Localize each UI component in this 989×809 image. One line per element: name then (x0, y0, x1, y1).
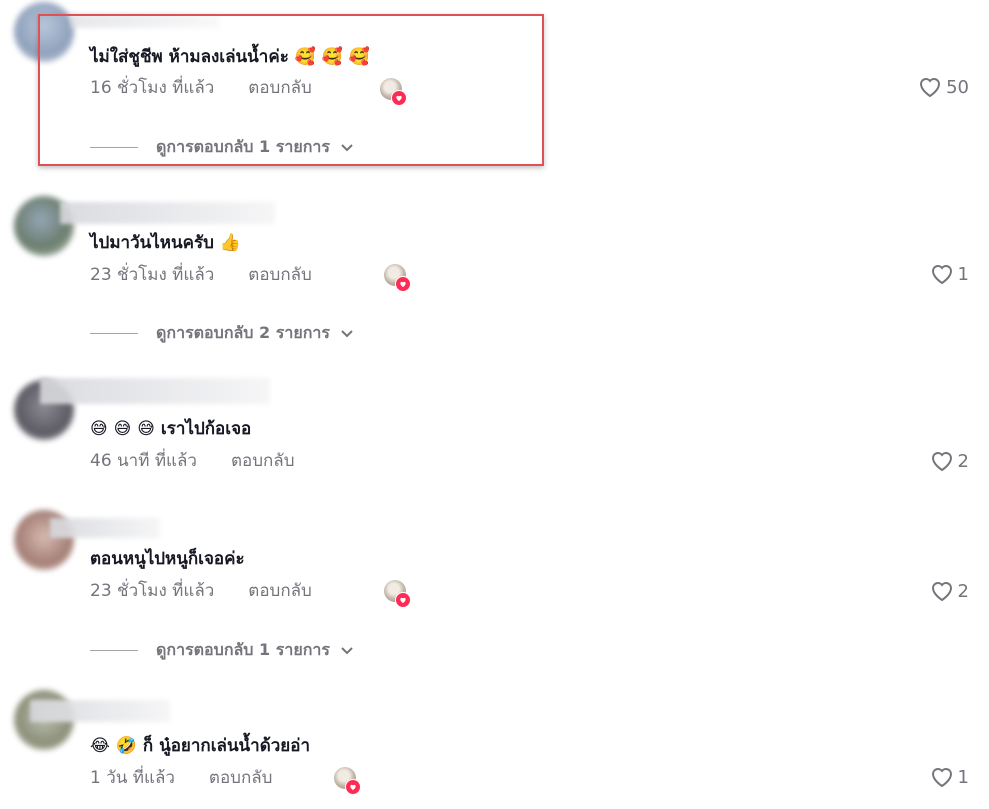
heart-outline-icon (931, 768, 952, 788)
reply-button[interactable]: ตอบกลับ (248, 580, 312, 602)
heart-icon (345, 779, 361, 795)
comment-list: ไม่ใส่ชูชีพ ห้ามลงเล่นน้ำค่ะ 🥰 🥰 🥰 16 ชั… (0, 0, 989, 809)
view-replies-label: ดูการตอบกลับ 2 รายการ (156, 323, 330, 342)
heart-icon (391, 90, 407, 106)
comment-time: 23 ชั่วโมง ที่แล้ว (90, 265, 215, 285)
heart-icon (395, 592, 411, 608)
reply-button[interactable]: ตอบกลับ (248, 77, 312, 99)
comment-meta: 23 ชั่วโมง ที่แล้ว ตอบกลับ (90, 580, 312, 602)
reply-button[interactable]: ตอบกลับ (209, 767, 273, 789)
heart-outline-icon (931, 265, 952, 285)
chevron-down-icon (340, 324, 354, 343)
like-button[interactable]: 1 (930, 766, 969, 788)
view-replies-label: ดูการตอบกลับ 1 รายการ (156, 137, 330, 156)
username-blurred (60, 202, 275, 224)
divider (90, 333, 138, 334)
creator-liked-badge (380, 78, 407, 106)
creator-liked-badge (384, 264, 411, 292)
comment-time: 1 วัน ที่แล้ว (90, 768, 175, 788)
chevron-down-icon (340, 138, 354, 157)
chevron-down-icon (340, 641, 354, 660)
comment-meta: 16 ชั่วโมง ที่แล้ว ตอบกลับ (90, 77, 312, 99)
avatar[interactable] (14, 2, 74, 62)
creator-liked-badge (384, 580, 411, 608)
comment-text: 😂 🤣 ก็ นู๋อยากเล่นน้ำด้วยอ่า (90, 736, 311, 756)
heart-outline-icon (931, 452, 952, 472)
view-replies-button[interactable]: ดูการตอบกลับ 2 รายการ (90, 321, 354, 346)
comment-meta: 46 นาที ที่แล้ว ตอบกลับ (90, 450, 295, 472)
heart-outline-icon (931, 582, 952, 602)
divider (90, 147, 138, 148)
comment-text: ตอนหนูไปหนูก็เจอค่ะ (90, 549, 245, 569)
like-count: 50 (946, 76, 969, 98)
heart-outline-icon (920, 78, 941, 98)
comment-text: ไปมาวันไหนครับ 👍 (90, 233, 242, 253)
heart-icon (395, 276, 411, 292)
like-button[interactable]: 2 (930, 580, 969, 602)
like-button[interactable]: 50 (918, 76, 969, 98)
creator-liked-badge (334, 767, 361, 795)
like-count: 2 (957, 450, 969, 472)
username-blurred (40, 378, 270, 404)
view-replies-label: ดูการตอบกลับ 1 รายการ (156, 640, 330, 659)
like-button[interactable]: 2 (930, 450, 969, 472)
username-blurred (70, 14, 220, 28)
view-replies-button[interactable]: ดูการตอบกลับ 1 รายการ (90, 135, 354, 160)
like-button[interactable]: 1 (930, 263, 969, 285)
comment-meta: 23 ชั่วโมง ที่แล้ว ตอบกลับ (90, 264, 312, 286)
like-count: 2 (957, 580, 969, 602)
reply-button[interactable]: ตอบกลับ (231, 450, 295, 472)
comment-text: 😅 😅 😅 เราไปก้อเจอ (90, 419, 252, 439)
comment-text: ไม่ใส่ชูชีพ ห้ามลงเล่นน้ำค่ะ 🥰 🥰 🥰 (90, 47, 371, 67)
like-count: 1 (957, 766, 969, 788)
comment-meta: 1 วัน ที่แล้ว ตอบกลับ (90, 767, 272, 789)
comment-time: 23 ชั่วโมง ที่แล้ว (90, 581, 215, 601)
username-blurred (30, 700, 170, 722)
divider (90, 650, 138, 651)
comment-time: 16 ชั่วโมง ที่แล้ว (90, 78, 215, 98)
reply-button[interactable]: ตอบกลับ (248, 264, 312, 286)
username-blurred (50, 518, 160, 538)
comment-time: 46 นาที ที่แล้ว (90, 451, 197, 471)
like-count: 1 (957, 263, 969, 285)
view-replies-button[interactable]: ดูการตอบกลับ 1 รายการ (90, 638, 354, 663)
